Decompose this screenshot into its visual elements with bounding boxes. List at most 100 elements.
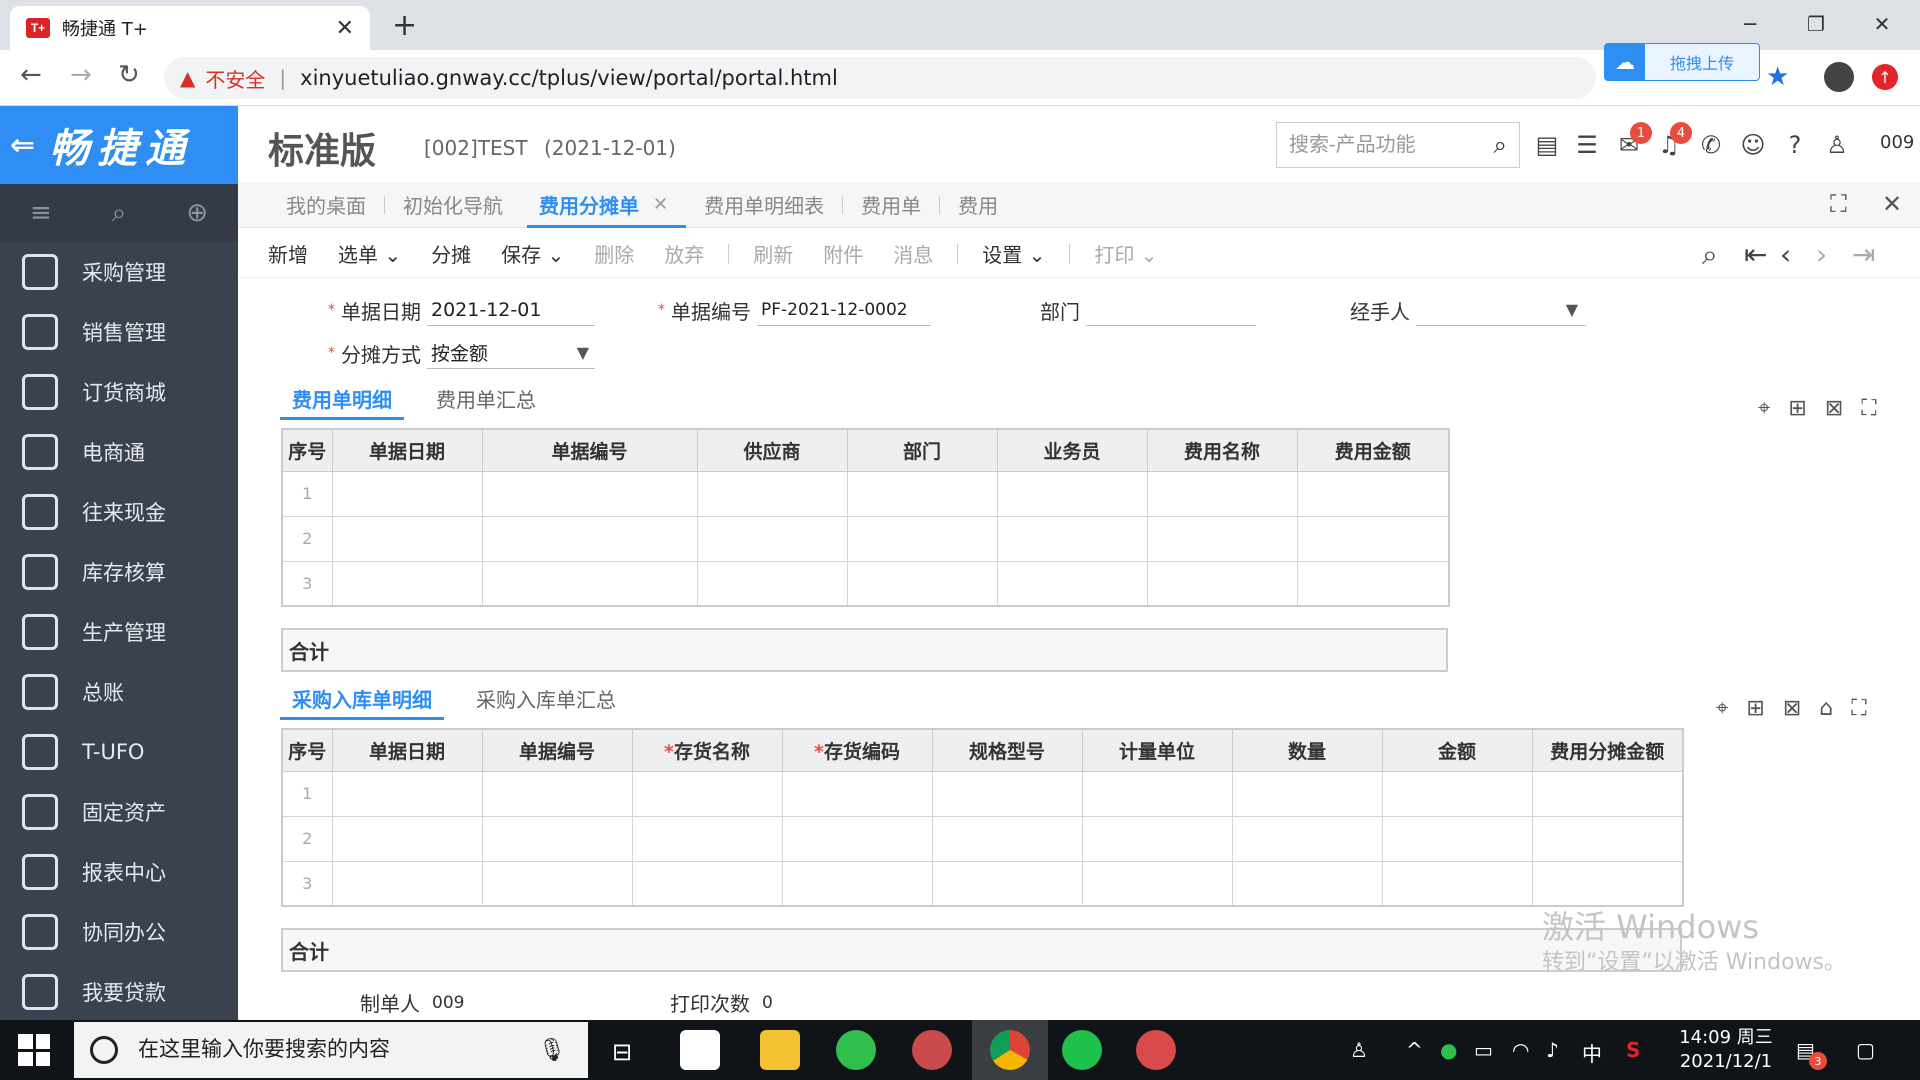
table-cell[interactable] bbox=[931, 815, 1083, 862]
last-record-icon[interactable]: ⇥ bbox=[1852, 238, 1875, 271]
tab-expense-bill[interactable]: 费用单 bbox=[843, 182, 939, 228]
table-cell[interactable] bbox=[1296, 560, 1450, 607]
windows-start-icon[interactable] bbox=[18, 1034, 50, 1066]
column-header[interactable]: 供应商 bbox=[696, 428, 848, 472]
tray-app-icon[interactable]: ● bbox=[1440, 1038, 1457, 1062]
table-cell[interactable] bbox=[481, 470, 698, 517]
sidebar-item-3[interactable]: 电商通 bbox=[0, 422, 238, 482]
column-header[interactable]: *存货编码 bbox=[781, 728, 933, 772]
table-cell[interactable] bbox=[631, 815, 783, 862]
sidebar-item-8[interactable]: T-UFO bbox=[0, 722, 238, 782]
table-cell[interactable] bbox=[481, 515, 698, 562]
column-header[interactable]: 序号 bbox=[281, 728, 333, 772]
column-header[interactable]: 单据编号 bbox=[481, 728, 633, 772]
table-cell[interactable] bbox=[846, 470, 998, 517]
sidebar-item-5[interactable]: 库存核算 bbox=[0, 542, 238, 602]
save-button[interactable]: 保存 ⌄ bbox=[501, 239, 564, 268]
close-tab-icon[interactable]: ✕ bbox=[336, 16, 354, 41]
table-cell[interactable] bbox=[846, 560, 998, 607]
table-cell[interactable] bbox=[1231, 860, 1383, 907]
column-header[interactable]: 规格型号 bbox=[931, 728, 1083, 772]
warehouse-icon[interactable]: ⌂ bbox=[1819, 696, 1833, 721]
sidebar-item-11[interactable]: 协同办公 bbox=[0, 902, 238, 962]
message-button[interactable]: 消息 bbox=[893, 239, 933, 268]
locate-icon[interactable]: ⌖ bbox=[1758, 396, 1770, 421]
sidebar-item-2[interactable]: 订货商城 bbox=[0, 362, 238, 422]
message-icon[interactable]: ✉ 1 bbox=[1614, 122, 1652, 160]
profile-icon[interactable] bbox=[1824, 62, 1854, 92]
column-header[interactable]: 计量单位 bbox=[1081, 728, 1233, 772]
table-cell[interactable] bbox=[481, 860, 633, 907]
table-cell[interactable] bbox=[931, 770, 1083, 817]
snip-app-icon[interactable] bbox=[1136, 1030, 1176, 1070]
close-icon[interactable]: ✕ bbox=[653, 194, 668, 215]
tab-expense-summary[interactable]: 费用单汇总 bbox=[424, 376, 548, 420]
column-header[interactable]: 业务员 bbox=[996, 428, 1148, 472]
settings-button[interactable]: 设置 ⌄ bbox=[982, 239, 1045, 268]
column-header[interactable]: 费用金额 bbox=[1296, 428, 1450, 472]
table-cell[interactable] bbox=[1146, 560, 1298, 607]
column-header[interactable]: 序号 bbox=[281, 428, 333, 472]
url-text[interactable]: xinyuetuliao.gnway.cc/tplus/view/portal/… bbox=[300, 66, 838, 90]
reload-icon[interactable]: ↻ bbox=[118, 60, 140, 90]
add-shortcut-icon[interactable]: ⊕ bbox=[186, 198, 208, 228]
calculator-icon[interactable]: ▤ bbox=[1532, 130, 1562, 160]
column-header[interactable]: 单据编号 bbox=[481, 428, 698, 472]
table-cell[interactable] bbox=[631, 860, 783, 907]
close-page-icon[interactable]: ✕ bbox=[1882, 190, 1902, 218]
add-row-icon[interactable]: ⊞ bbox=[1788, 396, 1806, 421]
collapse-menu-icon[interactable]: ⇐ bbox=[10, 128, 35, 163]
column-header[interactable]: 单据日期 bbox=[331, 428, 483, 472]
tab-expense-detail[interactable]: 费用单明细 bbox=[280, 376, 404, 420]
table-cell[interactable] bbox=[331, 770, 483, 817]
omnibox[interactable]: ▲ 不安全 | xinyuetuliao.gnway.cc/tplus/view… bbox=[164, 57, 1596, 99]
table-cell[interactable] bbox=[1296, 470, 1450, 517]
cortana-icon[interactable] bbox=[90, 1036, 118, 1064]
find-bill-icon[interactable]: ⌕ bbox=[1702, 238, 1718, 272]
browser-tab[interactable]: T+ 畅捷通 T+ ✕ bbox=[10, 6, 370, 50]
code-input[interactable] bbox=[757, 294, 931, 326]
wechat-icon[interactable] bbox=[1062, 1030, 1102, 1070]
file-explorer-icon[interactable] bbox=[760, 1030, 800, 1070]
action-center-icon[interactable]: ▢ bbox=[1856, 1038, 1875, 1062]
table-cell[interactable] bbox=[1081, 770, 1233, 817]
table-cell[interactable] bbox=[481, 560, 698, 607]
task-view-icon[interactable]: ⊟ bbox=[612, 1038, 632, 1066]
tab-desktop[interactable]: 我的桌面 bbox=[268, 182, 384, 228]
attachment-button[interactable]: 附件 bbox=[823, 239, 863, 268]
date-input[interactable] bbox=[427, 294, 595, 326]
sidebar-item-6[interactable]: 生产管理 bbox=[0, 602, 238, 662]
chrome-taskbar-active[interactable] bbox=[972, 1020, 1048, 1080]
expand-icon[interactable]: ⛶ bbox=[1861, 396, 1876, 421]
table-cell[interactable] bbox=[781, 815, 933, 862]
menu-icon[interactable]: ≡ bbox=[30, 198, 52, 228]
search-input[interactable] bbox=[1289, 133, 1469, 157]
excel-icon[interactable]: ⊠ bbox=[1825, 396, 1843, 421]
locate-icon[interactable]: ⌖ bbox=[1716, 696, 1728, 721]
allocate-button[interactable]: 分摊 bbox=[431, 239, 471, 268]
kite-app-icon[interactable] bbox=[912, 1030, 952, 1070]
sidebar-item-1[interactable]: 销售管理 bbox=[0, 302, 238, 362]
sidebar-item-7[interactable]: 总账 bbox=[0, 662, 238, 722]
column-header[interactable]: 金额 bbox=[1381, 728, 1533, 772]
volume-icon[interactable]: ♪ bbox=[1546, 1038, 1559, 1062]
tab-expense-detail-report[interactable]: 费用单明细表 bbox=[686, 182, 842, 228]
notifications-icon[interactable]: ▤ 3 bbox=[1796, 1038, 1827, 1070]
table-cell[interactable] bbox=[631, 770, 783, 817]
ime-indicator[interactable]: 中 bbox=[1582, 1038, 1602, 1067]
user-code[interactable]: 009 bbox=[1880, 132, 1914, 153]
table-cell[interactable] bbox=[1381, 860, 1533, 907]
column-header[interactable]: 费用名称 bbox=[1146, 428, 1298, 472]
forward-icon[interactable]: → bbox=[70, 60, 92, 90]
first-record-icon[interactable]: ⇤ bbox=[1744, 238, 1767, 271]
search-menu-icon[interactable]: ⌕ bbox=[112, 198, 127, 229]
table-cell[interactable] bbox=[331, 515, 483, 562]
table-cell[interactable] bbox=[331, 470, 483, 517]
bookmark-star-icon[interactable]: ★ bbox=[1766, 62, 1789, 92]
discard-button[interactable]: 放弃 bbox=[664, 239, 704, 268]
table-cell[interactable] bbox=[996, 515, 1148, 562]
task-list-icon[interactable]: ☰ bbox=[1572, 130, 1602, 160]
table-cell[interactable] bbox=[1231, 815, 1383, 862]
restore-icon[interactable]: ❐ bbox=[1786, 6, 1846, 42]
tab-expense[interactable]: 费用 bbox=[940, 182, 1016, 228]
